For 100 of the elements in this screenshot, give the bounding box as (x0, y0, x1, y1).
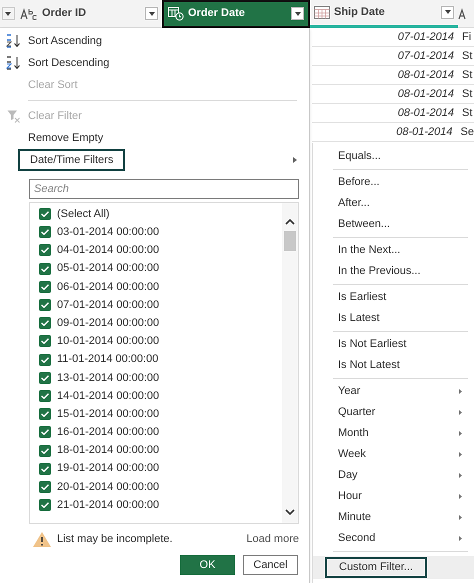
menu-item[interactable]: Hour (313, 486, 474, 507)
table-cell-text: Fi (461, 30, 472, 45)
value-checkbox[interactable]: 15-01-2014 00:00:00 (30, 405, 282, 424)
checkbox[interactable] (39, 208, 51, 220)
checkbox[interactable] (39, 390, 51, 402)
check-icon (41, 429, 49, 436)
caret-icon (444, 10, 450, 14)
value-checkbox[interactable]: 13-01-2014 00:00:00 (30, 368, 282, 387)
sort-ascending-icon (6, 34, 22, 48)
scroll-up-icon[interactable] (285, 219, 295, 225)
value-checkbox[interactable]: 05-01-2014 00:00:00 (30, 260, 282, 278)
menu-item[interactable]: Minute (313, 507, 474, 528)
table-cell-text: Se (460, 124, 474, 140)
menu-item[interactable]: Month (313, 423, 474, 444)
load-more-link[interactable]: Load more (246, 530, 299, 548)
scrollbar-thumb[interactable] (284, 231, 296, 251)
value-checkbox[interactable]: 09-01-2014 00:00:00 (30, 314, 282, 332)
clear-filter-icon (7, 110, 21, 122)
menu-item[interactable]: Remove Empty (0, 127, 309, 149)
value-checkbox[interactable]: 10-01-2014 00:00:00 (30, 332, 282, 350)
caret-icon (5, 12, 11, 16)
table-cell-text: 08-01-2014 (396, 86, 455, 102)
scrollbar[interactable] (282, 203, 298, 523)
menu-item[interactable]: Is Not Earliest (313, 334, 474, 355)
cancel-button[interactable]: Cancel (243, 555, 298, 575)
check-icon (41, 266, 49, 272)
submenu-arrow-icon (459, 473, 462, 478)
menu-item[interactable]: After... (313, 193, 474, 214)
dropdown-button[interactable] (291, 7, 304, 20)
column-header[interactable]: Order Date (162, 0, 310, 28)
checkbox[interactable] (39, 317, 51, 330)
text-type-icon (20, 8, 38, 20)
column-header[interactable]: Order ID (16, 0, 162, 28)
table-cell-text: 08-01-2014 (396, 106, 455, 121)
ok-button[interactable]: OK (180, 555, 235, 575)
value-checkbox[interactable]: 21-01-2014 00:00:00 (30, 496, 282, 514)
menu-item[interactable]: Date/Time Filters (0, 149, 309, 171)
menu-item[interactable]: Second (313, 528, 474, 549)
value-checkbox[interactable]: 06-01-2014 00:00:00 (30, 278, 282, 296)
table-cell-text: 07-01-2014 (396, 48, 455, 64)
search-field[interactable]: Search (29, 179, 299, 199)
table-cell-text: 07-01-2014 (396, 30, 455, 45)
value-checkbox[interactable]: 11-01-2014 00:00:00 (30, 350, 282, 369)
value-checkbox[interactable]: 18-01-2014 00:00:00 (30, 441, 282, 460)
check-icon (41, 211, 49, 218)
submenu-arrow-icon (459, 536, 462, 541)
warning-icon (32, 530, 52, 548)
menu-item[interactable]: Is Latest (313, 308, 474, 329)
value-checkbox[interactable]: 07-01-2014 00:00:00 (30, 296, 282, 314)
value-checkbox[interactable]: 14-01-2014 00:00:00 (30, 386, 282, 406)
value-checkbox[interactable]: 03-01-2014 00:00:00 (30, 223, 282, 242)
check-icon (41, 356, 49, 363)
menu-item[interactable]: In the Next... (313, 240, 474, 261)
checkbox[interactable] (39, 426, 51, 438)
caret-icon (294, 12, 300, 16)
submenu-arrow-icon (459, 452, 462, 457)
value-checkbox[interactable]: 04-01-2014 00:00:00 (30, 241, 282, 260)
value-checkbox[interactable]: (Select All) (30, 205, 282, 224)
checkbox[interactable] (39, 354, 51, 366)
table-cell-text: St (461, 106, 472, 121)
menu-item[interactable]: In the Previous... (313, 261, 474, 282)
menu-item[interactable]: Week (313, 444, 474, 465)
caret-icon (148, 12, 154, 16)
menu-item[interactable]: Is Not Latest (313, 355, 474, 376)
menu-item[interactable]: Quarter (313, 402, 474, 423)
checkbox[interactable] (39, 372, 51, 384)
check-icon (41, 374, 49, 381)
scroll-down-icon[interactable] (285, 509, 295, 515)
checkbox[interactable] (39, 408, 51, 420)
checkbox[interactable] (39, 499, 51, 512)
menu-item[interactable]: Between... (313, 214, 474, 235)
checkbox[interactable] (39, 280, 51, 293)
value-checkbox[interactable]: 20-01-2014 00:00:00 (30, 478, 282, 496)
dropdown-button[interactable] (145, 7, 158, 20)
checkbox[interactable] (39, 226, 51, 238)
checkbox[interactable] (39, 262, 51, 275)
menu-item[interactable]: Sort Descending (0, 52, 309, 74)
menu-item[interactable]: Sort Ascending (0, 30, 309, 52)
checkbox[interactable] (39, 335, 51, 348)
menu-item[interactable]: Is Earliest (313, 287, 474, 308)
table-cell-text: 08-01-2014 (395, 124, 454, 140)
text-type-icon (458, 8, 466, 20)
menu-item[interactable]: Custom Filter... (325, 557, 427, 578)
value-checkbox[interactable]: 16-01-2014 00:00:00 (30, 423, 282, 442)
checkbox[interactable] (39, 444, 51, 457)
column-header[interactable]: Ship Date (310, 0, 458, 28)
checkbox[interactable] (39, 299, 51, 312)
menu-item[interactable]: Year (313, 381, 474, 402)
value-checkbox[interactable]: 19-01-2014 00:00:00 (30, 460, 282, 478)
sort-descending-icon (6, 56, 22, 70)
checkbox[interactable] (39, 244, 51, 256)
checkbox[interactable] (39, 462, 51, 475)
menu-item[interactable]: Before... (313, 172, 474, 193)
checkbox[interactable] (39, 480, 51, 493)
dropdown-button[interactable] (2, 7, 14, 20)
submenu-arrow-icon (459, 494, 462, 499)
table-cell-text: 08-01-2014 (396, 68, 455, 83)
menu-item[interactable]: Equals... (313, 146, 474, 167)
menu-item[interactable]: Day (313, 465, 474, 486)
dropdown-button[interactable] (441, 6, 454, 18)
